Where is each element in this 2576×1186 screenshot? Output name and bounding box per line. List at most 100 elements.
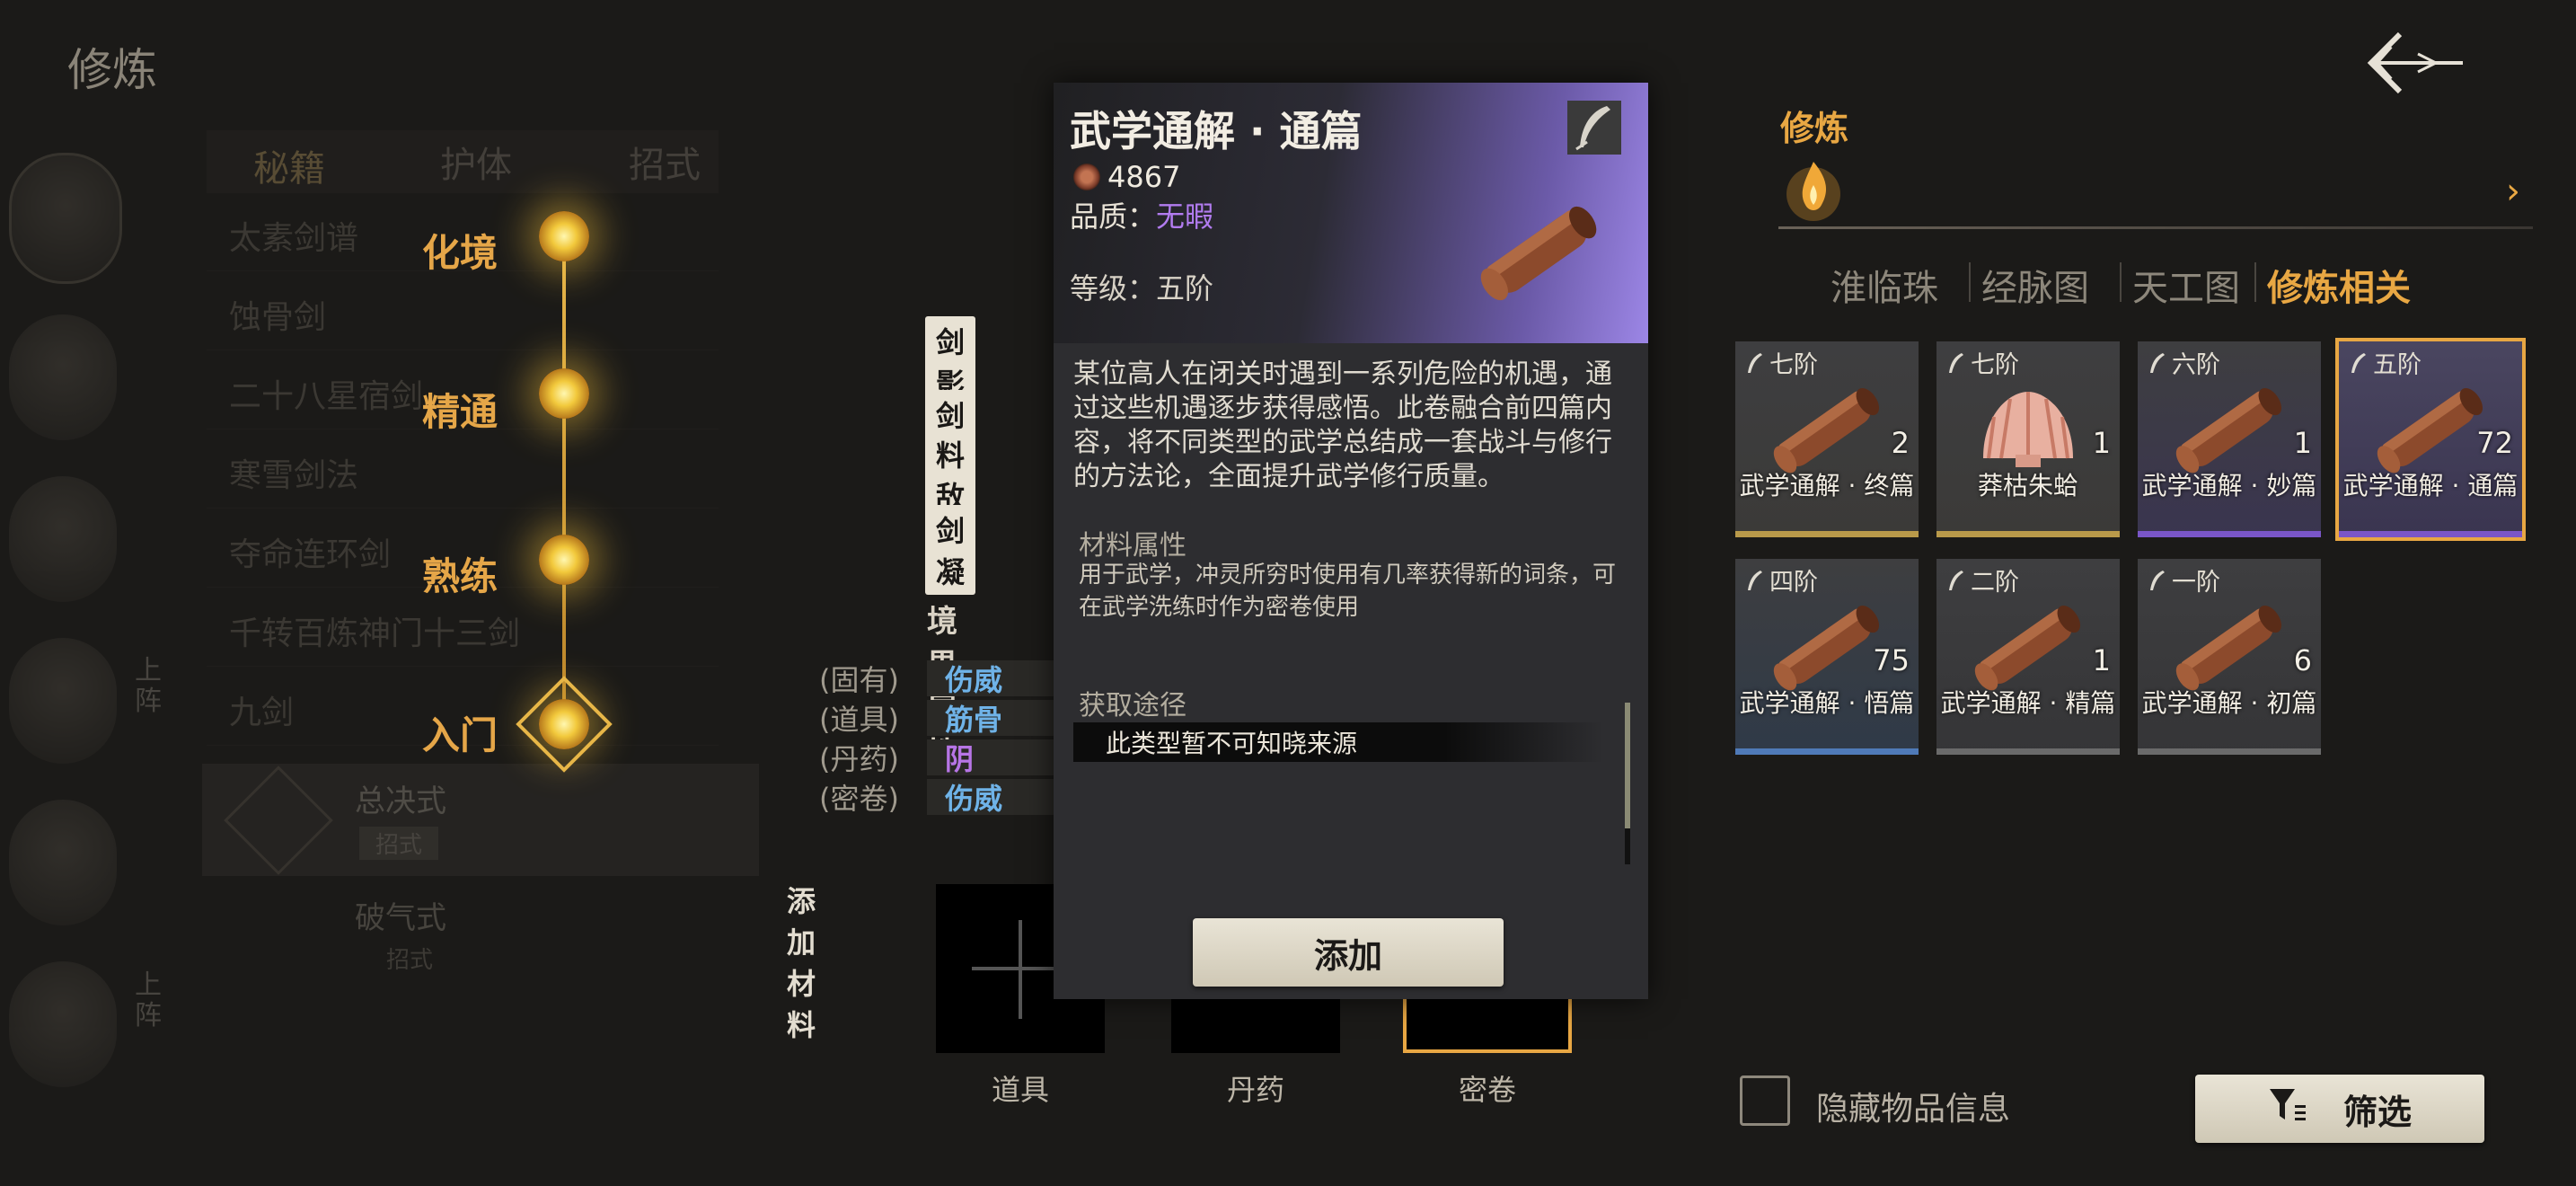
back-arrow-icon[interactable] — [2364, 27, 2470, 99]
tab-secret-books[interactable]: 秘籍 — [253, 139, 325, 191]
inventory-item-card[interactable]: 七阶 2 武学通解 · 终篇 — [1735, 341, 1919, 537]
inventory-item-card[interactable]: 二阶 1 武学通解 · 精篇 — [1936, 559, 2120, 755]
filter-icon — [2268, 1085, 2307, 1133]
realm-flame-icon[interactable] — [539, 211, 589, 261]
quill-icon — [2351, 352, 2366, 373]
attribute-source: (道具) — [819, 703, 899, 737]
inventory-item-card[interactable]: 七阶 1 莽枯朱蛤 — [1936, 341, 2120, 537]
realm-connector — [562, 243, 566, 728]
rarity-bar — [1936, 748, 2120, 755]
sub-item-name: 总决式 — [355, 783, 446, 819]
list-item[interactable]: 寒雪剑法 — [207, 437, 719, 509]
list-item[interactable]: 千转百炼神门十三剑 — [207, 595, 719, 667]
attribute-source: (丹药) — [819, 742, 899, 776]
item-name: 武学通解 · 悟篇 — [1739, 688, 1915, 718]
page-title: 修炼 — [67, 44, 157, 96]
tab-pearl[interactable]: 淮临珠 — [1831, 259, 1938, 311]
realm-label: 精通 — [422, 390, 498, 434]
grade-text: 一阶 — [2172, 569, 2220, 597]
realm-flame-icon[interactable] — [539, 535, 589, 585]
item-name: 莽枯朱蛤 — [1977, 471, 2078, 500]
quill-icon — [2150, 352, 2165, 373]
inventory-item-card[interactable]: 六阶 1 武学通解 · 妙篇 — [2138, 341, 2321, 537]
grade-text: 七阶 — [1769, 351, 1818, 379]
grade-text: 五阶 — [2373, 351, 2422, 379]
skill-tag[interactable]: 剑凝 — [925, 505, 976, 595]
character-portrait[interactable] — [9, 961, 117, 1087]
rarity-bar — [1735, 748, 1919, 755]
tab-meridian[interactable]: 经脉图 — [1981, 259, 2089, 311]
realm-flame-icon[interactable] — [539, 699, 589, 749]
flame-icon — [1786, 153, 1841, 225]
realm-label: 化境 — [422, 231, 498, 275]
quill-icon — [1567, 101, 1621, 155]
chevron-right-icon[interactable]: › — [2506, 171, 2520, 212]
item-description: 某位高人在闭关时遇到一系列危险的机遇，通过这些机遇逐步获得感悟。此卷融合前四篇内… — [1073, 358, 1612, 492]
quality-value: 无暇 — [1156, 199, 1214, 234]
item-count: 6 — [2293, 643, 2312, 677]
grade-text: 七阶 — [1971, 351, 2019, 379]
item-grade: 二阶 — [1945, 562, 2019, 597]
source-text: 此类型暂不可知晓来源 — [1106, 729, 1358, 758]
realm-label: 熟练 — [422, 554, 498, 598]
slot-label: 丹药 — [1226, 1073, 1284, 1107]
coin-icon — [1073, 164, 1100, 190]
slot-label: 道具 — [991, 1073, 1049, 1107]
grade-text: 四阶 — [1769, 569, 1818, 597]
rarity-bar — [2138, 531, 2321, 537]
rarity-bar — [2339, 531, 2522, 537]
item-grade: 一阶 — [2147, 562, 2220, 597]
deployed-badge: 上阵 — [135, 969, 162, 1031]
item-count: 1 — [2092, 643, 2111, 677]
tab-body-protection[interactable]: 护体 — [440, 136, 512, 188]
deployed-badge: 上阵 — [135, 655, 162, 717]
quill-icon — [2150, 570, 2165, 590]
material-attributes-title: 材料属性 — [1079, 530, 1187, 562]
hide-info-label: 隐藏物品信息 — [1816, 1091, 2011, 1128]
hide-info-checkbox[interactable] — [1740, 1075, 1790, 1126]
add-material-label: 添加材料 — [787, 884, 816, 1042]
item-count: 1 — [2293, 426, 2312, 460]
filter-button[interactable]: 筛选 — [2195, 1075, 2484, 1143]
item-grade: 五阶 — [2348, 345, 2422, 380]
category-header: 修炼 — [1780, 109, 1849, 148]
filter-label: 筛选 — [2342, 1092, 2412, 1132]
inventory-item-card[interactable]: 一阶 6 武学通解 · 初篇 — [2138, 559, 2321, 755]
item-quality: 品质：无暇 — [1070, 194, 1213, 235]
sub-item[interactable]: 破气式 招式 — [202, 881, 759, 988]
realm-flame-icon[interactable] — [539, 368, 589, 419]
item-name: 武学通解 · 通篇 — [2342, 471, 2519, 500]
sub-item-name: 破气式 — [355, 900, 446, 936]
tab-moves[interactable]: 招式 — [629, 136, 701, 188]
character-portrait[interactable] — [9, 476, 117, 602]
tooltip-scroll-thumb[interactable] — [1625, 703, 1630, 828]
character-portrait[interactable] — [9, 800, 117, 925]
tab-craft[interactable]: 天工图 — [2132, 259, 2240, 311]
quill-icon — [1949, 352, 1963, 373]
add-button[interactable]: 添加 — [1193, 918, 1504, 987]
character-portrait[interactable] — [9, 153, 122, 284]
item-name: 武学通解 · 初篇 — [2141, 688, 2317, 718]
quill-icon — [1748, 570, 1762, 590]
category-divider — [1778, 226, 2533, 229]
inventory-item-card[interactable]: 五阶 72 武学通解 · 通篇 — [2335, 338, 2526, 541]
list-item[interactable]: 蚀骨剑 — [207, 279, 719, 350]
character-portrait[interactable] — [9, 638, 117, 764]
inventory-item-card[interactable]: 四阶 75 武学通解 · 悟篇 — [1735, 559, 1919, 755]
rarity-bar — [2138, 748, 2321, 755]
item-grade: 七阶 — [1945, 345, 2019, 380]
sub-item-selected[interactable]: 总决式 招式 — [202, 764, 759, 876]
item-count: 1 — [2092, 426, 2111, 460]
tab-cultivation-related[interactable]: 修炼相关 — [2267, 259, 2411, 311]
item-count: 75 — [1873, 643, 1910, 677]
item-grade: 等级：五阶 — [1070, 271, 1214, 305]
item-grade: 四阶 — [1744, 562, 1818, 597]
item-grade: 六阶 — [2147, 345, 2220, 380]
grade-text: 二阶 — [1971, 569, 2019, 597]
rarity-bar — [1936, 531, 2120, 537]
quill-icon — [1949, 570, 1963, 590]
attribute-source: (固有) — [819, 663, 899, 697]
price-value: 4867 — [1107, 160, 1181, 194]
item-grade: 七阶 — [1744, 345, 1818, 380]
character-portrait[interactable] — [9, 314, 117, 440]
